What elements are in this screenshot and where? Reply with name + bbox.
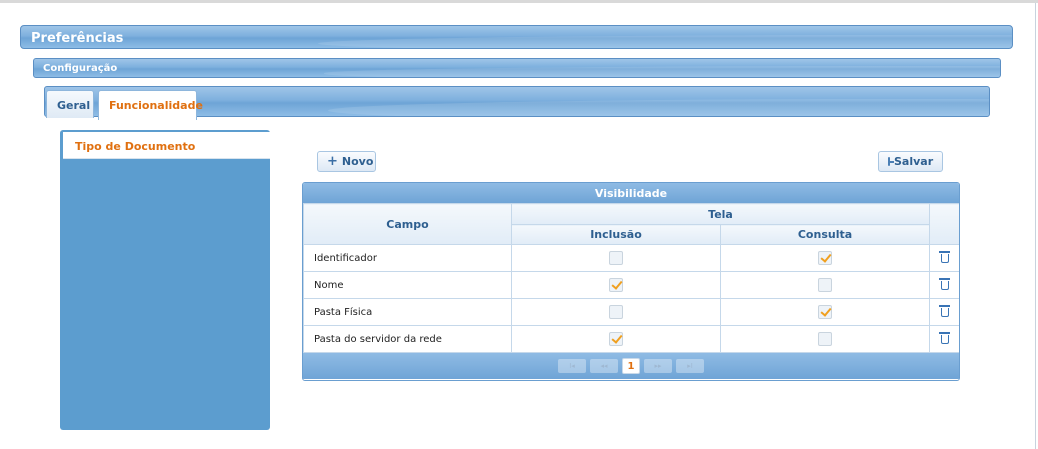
tab-label: Funcionalidade	[109, 99, 203, 112]
inclusao-checkbox[interactable]	[609, 305, 623, 319]
cell-actions	[929, 325, 959, 353]
cell-consulta	[719, 298, 931, 326]
consulta-checkbox[interactable]	[818, 251, 832, 265]
cell-inclusao	[511, 298, 721, 326]
table-row: Identificador	[303, 244, 959, 272]
trash-icon[interactable]	[938, 331, 950, 344]
cell-inclusao	[511, 244, 721, 272]
inclusao-checkbox[interactable]	[609, 251, 623, 265]
cell-campo: Nome	[303, 271, 512, 299]
save-button[interactable]: Salvar	[878, 151, 943, 172]
column-header-inclusao[interactable]: Inclusão	[511, 224, 721, 245]
cell-actions	[929, 244, 959, 272]
cell-inclusao	[511, 325, 721, 353]
column-header-campo[interactable]: Campo	[303, 203, 512, 245]
prev-page-button[interactable]: ◂◂	[590, 359, 618, 373]
right-border	[1035, 3, 1036, 449]
consulta-checkbox[interactable]	[818, 332, 832, 346]
cell-consulta	[719, 325, 931, 353]
visibility-grid: Visibilidade Campo Tela Inclusão Consult…	[302, 182, 960, 381]
new-button[interactable]: + Novo	[317, 151, 376, 172]
cell-consulta	[719, 244, 931, 272]
cell-campo: Identificador	[303, 244, 512, 272]
consulta-checkbox[interactable]	[818, 278, 832, 292]
last-page-button[interactable]: ▸I	[676, 359, 704, 373]
sidebar-panel	[60, 130, 270, 430]
preferences-header: Preferências	[20, 25, 1013, 49]
new-button-label: Novo	[341, 155, 374, 168]
trash-icon[interactable]	[938, 277, 950, 290]
cell-actions	[929, 298, 959, 326]
grid-body: Identificador Nome Pasta Física Pasta do se…	[303, 244, 959, 353]
tab-funcionalidade[interactable]: Funcionalidade	[98, 90, 203, 120]
pager: I◂ ◂◂ 1 ▸▸ ▸I	[303, 353, 959, 379]
top-border	[0, 0, 1038, 3]
next-page-button[interactable]: ▸▸	[644, 359, 672, 373]
table-row: Nome	[303, 271, 959, 299]
first-page-button[interactable]: I◂	[558, 359, 586, 373]
save-button-label: Salvar	[894, 155, 934, 168]
tab-geral[interactable]: Geral	[46, 90, 94, 118]
cell-consulta	[719, 271, 931, 299]
sidebar-item-label: Tipo de Documento	[75, 140, 196, 153]
cell-inclusao	[511, 271, 721, 299]
inclusao-checkbox[interactable]	[609, 332, 623, 346]
sidebar-item-tipo-de-documento[interactable]: Tipo de Documento	[63, 132, 270, 159]
tab-label: Geral	[57, 99, 91, 112]
plus-icon: +	[327, 153, 338, 169]
table-row: Pasta Física	[303, 298, 959, 326]
table-row: Pasta do servidor da rede	[303, 325, 959, 353]
consulta-checkbox[interactable]	[818, 305, 832, 319]
trash-icon[interactable]	[938, 250, 950, 263]
section-title: Configuração	[43, 63, 118, 74]
column-header-tela: Tela	[510, 203, 931, 225]
column-header-consulta[interactable]: Consulta	[719, 224, 931, 245]
cell-campo: Pasta Física	[303, 298, 512, 326]
cell-actions	[929, 271, 959, 299]
cell-campo: Pasta do servidor da rede	[303, 325, 512, 353]
configuration-header: Configuração	[33, 58, 1001, 78]
save-icon	[888, 157, 894, 166]
trash-icon[interactable]	[938, 304, 950, 317]
visibility-table: Campo Tela Inclusão Consulta Identificad…	[303, 203, 959, 353]
inclusao-checkbox[interactable]	[609, 278, 623, 292]
column-header-actions	[929, 203, 959, 245]
grid-title: Visibilidade	[303, 183, 959, 203]
page-title: Preferências	[31, 31, 124, 46]
current-page[interactable]: 1	[622, 358, 640, 374]
